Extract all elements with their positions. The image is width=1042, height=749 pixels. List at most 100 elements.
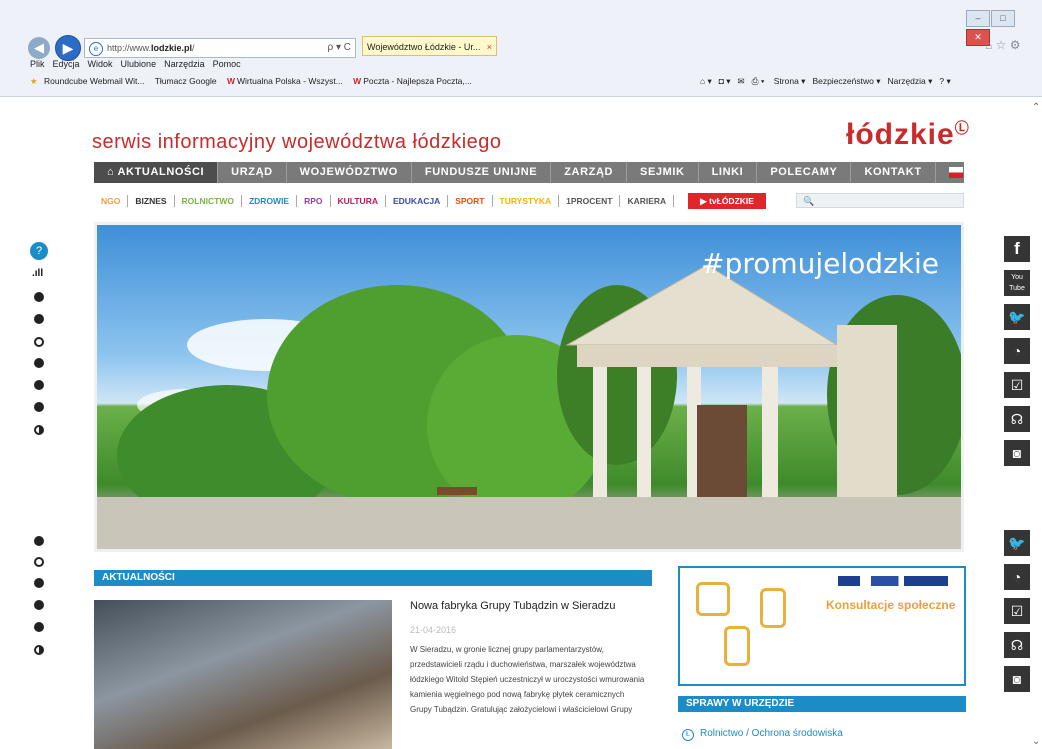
subnav-turystyka[interactable]: TURYSTYKA: [493, 195, 560, 207]
cmd-narzedzia[interactable]: Narzędzia ▾: [888, 76, 933, 86]
contrast-icon[interactable]: [34, 425, 44, 435]
news-headline[interactable]: Nowa fabryka Grupy Tubądzin w Sieradzu: [410, 600, 615, 612]
fav-roundcube[interactable]: Roundcube Webmail Wit...: [44, 76, 144, 86]
subnav-kultura[interactable]: KULTURA: [331, 195, 386, 207]
stop-icon[interactable]: [34, 557, 44, 567]
subnav-kariera[interactable]: KARIERA: [620, 195, 675, 207]
favorites-star-icon[interactable]: ★: [30, 76, 38, 86]
home-icon[interactable]: ⌂ ▾: [700, 76, 712, 86]
pause-icon[interactable]: [34, 536, 44, 546]
subnav-edukacja[interactable]: EDUKACJA: [386, 195, 449, 207]
print-icon[interactable]: ⎙ ▾: [752, 76, 765, 86]
checkbox-icon[interactable]: ☑: [1004, 598, 1030, 624]
fav-wp[interactable]: W Wirtualna Polska - Wszyst...: [227, 76, 343, 86]
subnav-sport[interactable]: SPORT: [448, 195, 493, 207]
back-icon[interactable]: ◀: [28, 37, 50, 59]
nav-label: KONTAKT: [864, 166, 922, 178]
font-size-icon[interactable]: [34, 578, 44, 588]
hero-banner[interactable]: #promujelodzkie: [94, 222, 964, 552]
close-tab-icon[interactable]: ×: [487, 37, 492, 57]
stop-icon[interactable]: [34, 337, 44, 347]
contrast-icon[interactable]: [34, 645, 44, 655]
settings-gear-icon[interactable]: ⚙: [1010, 38, 1021, 52]
mail-icon[interactable]: ✉: [738, 76, 745, 86]
url-domain: lodzkie.pl: [151, 43, 193, 53]
contrast-bars-icon[interactable]: .ıll: [32, 268, 43, 279]
nav-kontakt[interactable]: KONTAKT: [851, 162, 936, 183]
twitter-icon[interactable]: 🐦: [1004, 304, 1030, 330]
play-icon[interactable]: [34, 292, 44, 302]
menu-pomoc[interactable]: Pomoc: [213, 59, 241, 69]
tab-title: Województwo Łódzkie - Ur...: [367, 42, 481, 52]
browser-toolbar-icons: ⌂ ☆ ⚙: [985, 38, 1020, 52]
scroll-up-icon[interactable]: ⌃: [1032, 102, 1040, 113]
font-size-xl-icon[interactable]: [34, 622, 44, 632]
fav-label: Tłumacz Google: [154, 76, 217, 86]
scroll-down-icon[interactable]: ⌄: [1032, 736, 1040, 747]
menu-edycja[interactable]: Edycja: [53, 59, 80, 69]
browser-tab[interactable]: Województwo Łódzkie - Ur... ×: [362, 36, 497, 56]
favorites-star-icon[interactable]: ☆: [996, 38, 1007, 52]
instagram-icon[interactable]: ◙: [1004, 440, 1030, 466]
nav-wojewodztwo[interactable]: WOJEWÓDZTWO: [287, 162, 412, 183]
menu-widok[interactable]: Widok: [88, 59, 113, 69]
nav-label: URZĄD: [231, 166, 273, 178]
twitter-icon[interactable]: 🐦: [1004, 530, 1030, 556]
menu-ulubione[interactable]: Ulubione: [121, 59, 157, 69]
youtube-icon[interactable]: You Tube: [1004, 270, 1030, 296]
font-size-xl-icon[interactable]: [34, 402, 44, 412]
menu-plik[interactable]: Plik: [30, 59, 45, 69]
subnav-zdrowie[interactable]: ZDROWIE: [242, 195, 298, 207]
font-size-large-icon[interactable]: [34, 600, 44, 610]
bus-icon: [696, 582, 730, 616]
menu-narzedzia[interactable]: Narzędzia: [164, 59, 205, 69]
subnav-rpo[interactable]: RPO: [297, 195, 331, 207]
subnav-1procent[interactable]: 1PROCENT: [559, 195, 621, 207]
cmd-strona[interactable]: Strona ▾: [774, 76, 806, 86]
address-bar[interactable]: e http://www.lodzkie.pl/ ρ ▾ C: [84, 38, 356, 58]
maximize-icon[interactable]: □: [991, 10, 1015, 27]
fav-translate[interactable]: Tłumacz Google: [155, 76, 217, 86]
nav-zarzad[interactable]: ZARZĄD: [551, 162, 628, 183]
nav-linki[interactable]: LINKI: [699, 162, 758, 183]
rss-icon[interactable]: ◔: [1004, 564, 1030, 590]
nav-sejmik[interactable]: SEJMIK: [627, 162, 699, 183]
hearing-icon[interactable]: ☊: [1004, 406, 1030, 432]
accessibility-icon[interactable]: ?: [30, 242, 48, 260]
home-icon[interactable]: ⌂: [985, 38, 992, 52]
search-icon: 🔍: [803, 196, 815, 206]
forward-icon[interactable]: ▶: [55, 35, 81, 61]
font-size-icon[interactable]: [34, 358, 44, 368]
nav-urzad[interactable]: URZĄD: [218, 162, 287, 183]
instagram-icon[interactable]: ◙: [1004, 666, 1030, 692]
rss-icon[interactable]: ◘ ▾: [719, 76, 731, 86]
search-input[interactable]: 🔍: [796, 193, 964, 208]
fav-poczta[interactable]: W Poczta - Najlepsza Poczta,...: [353, 76, 472, 86]
pause-icon[interactable]: [34, 314, 44, 324]
menu-bar: Plik Edycja Widok Ulubione Narzędzia Pomoc: [30, 59, 249, 69]
cmd-bezpieczenstwo[interactable]: Bezpieczeństwo ▾: [812, 76, 880, 86]
subnav-rolnictwo[interactable]: ROLNICTWO: [175, 195, 242, 207]
logo-mark: Ⓛ: [954, 120, 970, 136]
nav-polecamy[interactable]: POLECAMY: [757, 162, 852, 183]
news-photo[interactable]: [94, 600, 392, 749]
nav-fundusze[interactable]: FUNDUSZE UNIJNE: [412, 162, 552, 183]
sub-nav: NGO BIZNES ROLNICTWO ZDROWIE RPO KULTURA EDUKA…: [94, 193, 766, 209]
nav-aktualnosci[interactable]: ⌂ AKTUALNOŚCI: [94, 162, 219, 183]
subnav-ngo[interactable]: NGO: [94, 195, 129, 207]
font-size-large-icon[interactable]: [34, 380, 44, 390]
address-tools[interactable]: ρ ▾ C: [328, 39, 352, 57]
sprawy-link[interactable]: Ł Rolnictwo / Ochrona środowiska: [682, 728, 843, 741]
consultation-banner[interactable]: Konsultacje społeczne: [678, 566, 966, 686]
rss-icon[interactable]: ◔: [1004, 338, 1030, 364]
help-icon[interactable]: ? ▾: [939, 76, 950, 86]
checkbox-icon[interactable]: ☑: [1004, 372, 1030, 398]
site-logo[interactable]: łódzkieⓁ: [846, 118, 970, 152]
hearing-icon[interactable]: ☊: [1004, 632, 1030, 658]
nav-bip[interactable]: BIP: [936, 162, 1001, 183]
tv-lodzkie-button[interactable]: ▶ tvŁÓDZKIE: [688, 193, 766, 209]
nav-label: LINKI: [711, 166, 744, 178]
subnav-biznes[interactable]: BIZNES: [128, 195, 175, 207]
minimize-icon[interactable]: –: [966, 10, 990, 27]
facebook-icon[interactable]: f: [1004, 236, 1030, 262]
